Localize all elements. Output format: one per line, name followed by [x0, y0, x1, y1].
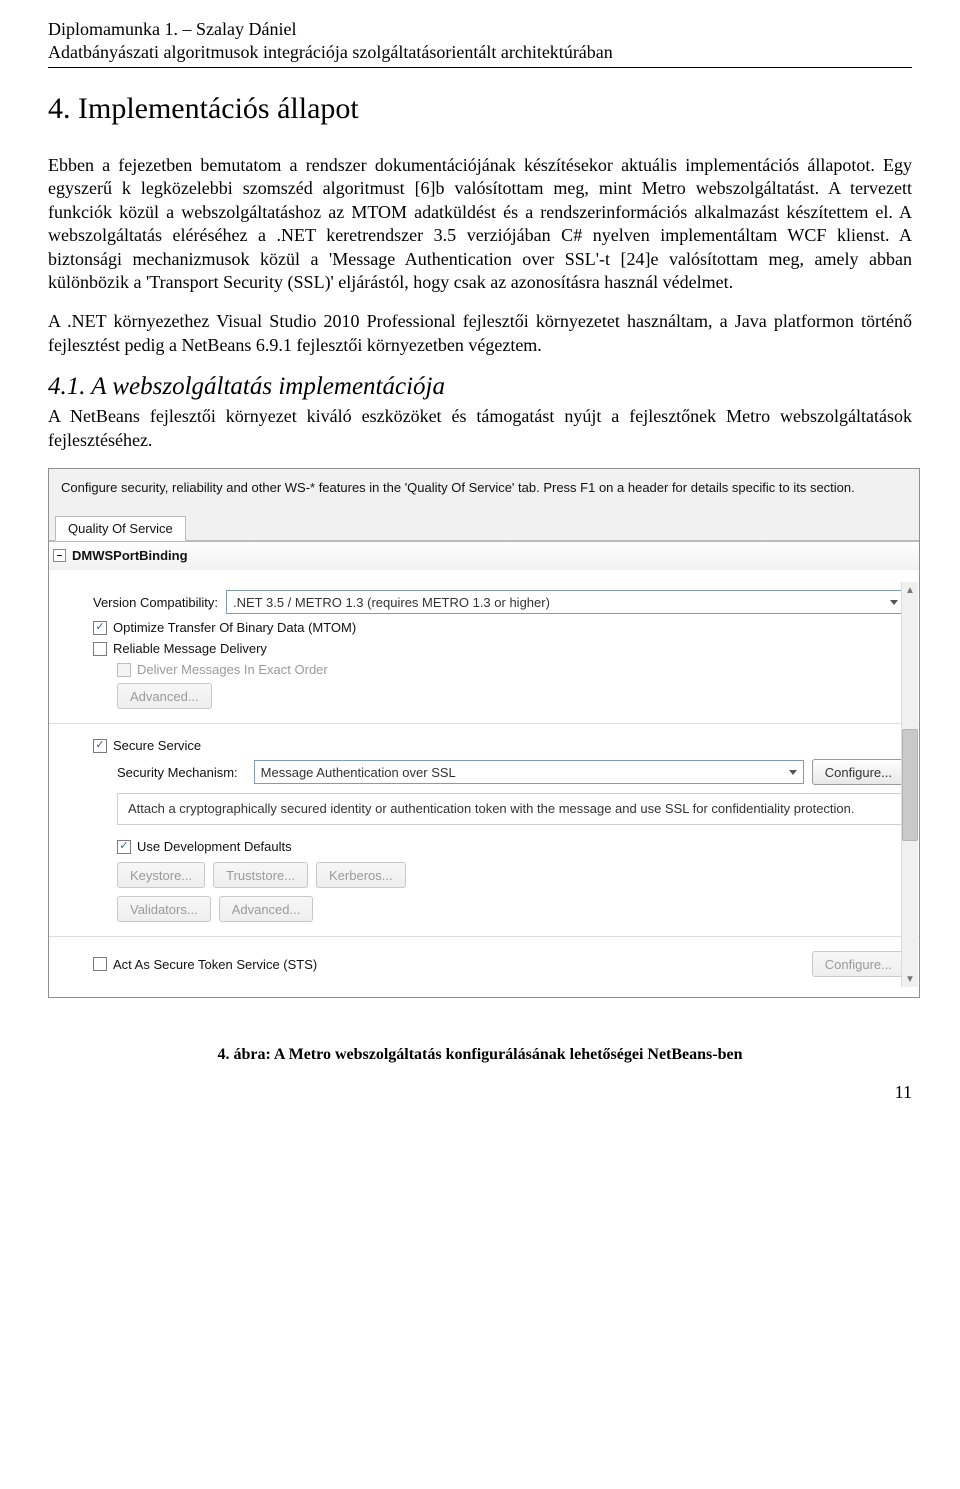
checkbox-mtom-label: Optimize Transfer Of Binary Data (MTOM) — [113, 620, 356, 635]
chevron-down-icon — [890, 600, 898, 605]
keystore-button: Keystore... — [117, 862, 205, 888]
advanced-reliable-row: Advanced... — [117, 683, 905, 709]
security-mechanism-select[interactable]: Message Authentication over SSL — [254, 760, 804, 784]
subsection-title: 4.1. A webszolgáltatás implementációja — [48, 373, 912, 401]
version-compatibility-label: Version Compatibility: — [93, 595, 218, 610]
checkbox-icon: ✓ — [93, 739, 107, 753]
sts-configure-button: Configure... — [812, 951, 905, 977]
header-rule — [48, 67, 912, 68]
checkbox-icon — [93, 957, 107, 971]
header-line-1: Diplomamunka 1. – Szalay Dániel — [48, 18, 912, 41]
security-mechanism-value: Message Authentication over SSL — [261, 765, 456, 780]
checkbox-icon — [117, 663, 131, 677]
figure-netbeans-config: Configure security, reliability and othe… — [48, 468, 912, 1064]
kerberos-button: Kerberos... — [316, 862, 406, 888]
scrollbar-thumb[interactable] — [902, 729, 918, 841]
binding-name: DMWSPortBinding — [72, 548, 188, 563]
checkbox-dev-defaults-label: Use Development Defaults — [137, 839, 292, 854]
binding-header[interactable]: – DMWSPortBinding — [49, 542, 919, 570]
config-instruction-text: Configure security, reliability and othe… — [49, 469, 919, 515]
paragraph-1: Ebben a fejezetben bemutatom a rendszer … — [48, 154, 912, 294]
page-number: 11 — [48, 1082, 912, 1103]
checkbox-icon: ✓ — [117, 840, 131, 854]
checkbox-exact-order: Deliver Messages In Exact Order — [117, 662, 905, 677]
security-configure-button[interactable]: Configure... — [812, 759, 905, 785]
checkbox-dev-defaults[interactable]: ✓ Use Development Defaults — [117, 839, 905, 854]
tab-quality-of-service[interactable]: Quality Of Service — [55, 516, 186, 541]
paragraph-2: A .NET környezethez Visual Studio 2010 P… — [48, 310, 912, 357]
advanced-reliable-button: Advanced... — [117, 683, 212, 709]
figure-caption: 4. ábra: A Metro webszolgáltatás konfigu… — [48, 1046, 912, 1064]
security-mechanism-label: Security Mechanism: — [117, 765, 238, 780]
collapse-icon[interactable]: – — [53, 549, 66, 562]
checkbox-sts-label: Act As Secure Token Service (STS) — [113, 957, 317, 972]
checkbox-exact-order-label: Deliver Messages In Exact Order — [137, 662, 328, 677]
netbeans-config-window: Configure security, reliability and othe… — [48, 468, 920, 998]
config-body: – DMWSPortBinding Version Compatibility:… — [49, 541, 919, 997]
config-tabs: Quality Of Service — [49, 515, 919, 541]
paragraph-3: A NetBeans fejlesztői környezet kiváló e… — [48, 405, 912, 452]
header-line-2: Adatbányászati algoritmusok integrációja… — [48, 41, 912, 64]
checkbox-sts[interactable]: Act As Secure Token Service (STS) Config… — [93, 951, 905, 977]
section-title: 4. Implementációs állapot — [48, 92, 912, 126]
version-compatibility-select[interactable]: .NET 3.5 / METRO 1.3 (requires METRO 1.3… — [226, 590, 905, 614]
checkbox-reliable-delivery[interactable]: Reliable Message Delivery — [93, 641, 905, 656]
scroll-up-arrow-icon[interactable]: ▲ — [902, 582, 918, 598]
checkbox-icon — [93, 642, 107, 656]
advanced-security-button: Advanced... — [219, 896, 314, 922]
validators-button: Validators... — [117, 896, 211, 922]
checkbox-icon: ✓ — [93, 621, 107, 635]
scrollbar[interactable]: ▲ ▼ — [901, 582, 918, 987]
version-compatibility-value: .NET 3.5 / METRO 1.3 (requires METRO 1.3… — [233, 595, 550, 610]
checkbox-secure-service[interactable]: ✓ Secure Service — [93, 738, 905, 753]
chevron-down-icon — [789, 770, 797, 775]
separator — [49, 723, 919, 724]
checkbox-mtom[interactable]: ✓ Optimize Transfer Of Binary Data (MTOM… — [93, 620, 905, 635]
separator — [49, 936, 919, 937]
security-mechanism-description: Attach a cryptographically secured ident… — [117, 793, 905, 825]
truststore-button: Truststore... — [213, 862, 308, 888]
checkbox-secure-label: Secure Service — [113, 738, 201, 753]
scroll-down-arrow-icon[interactable]: ▼ — [902, 971, 918, 987]
checkbox-reliable-label: Reliable Message Delivery — [113, 641, 267, 656]
